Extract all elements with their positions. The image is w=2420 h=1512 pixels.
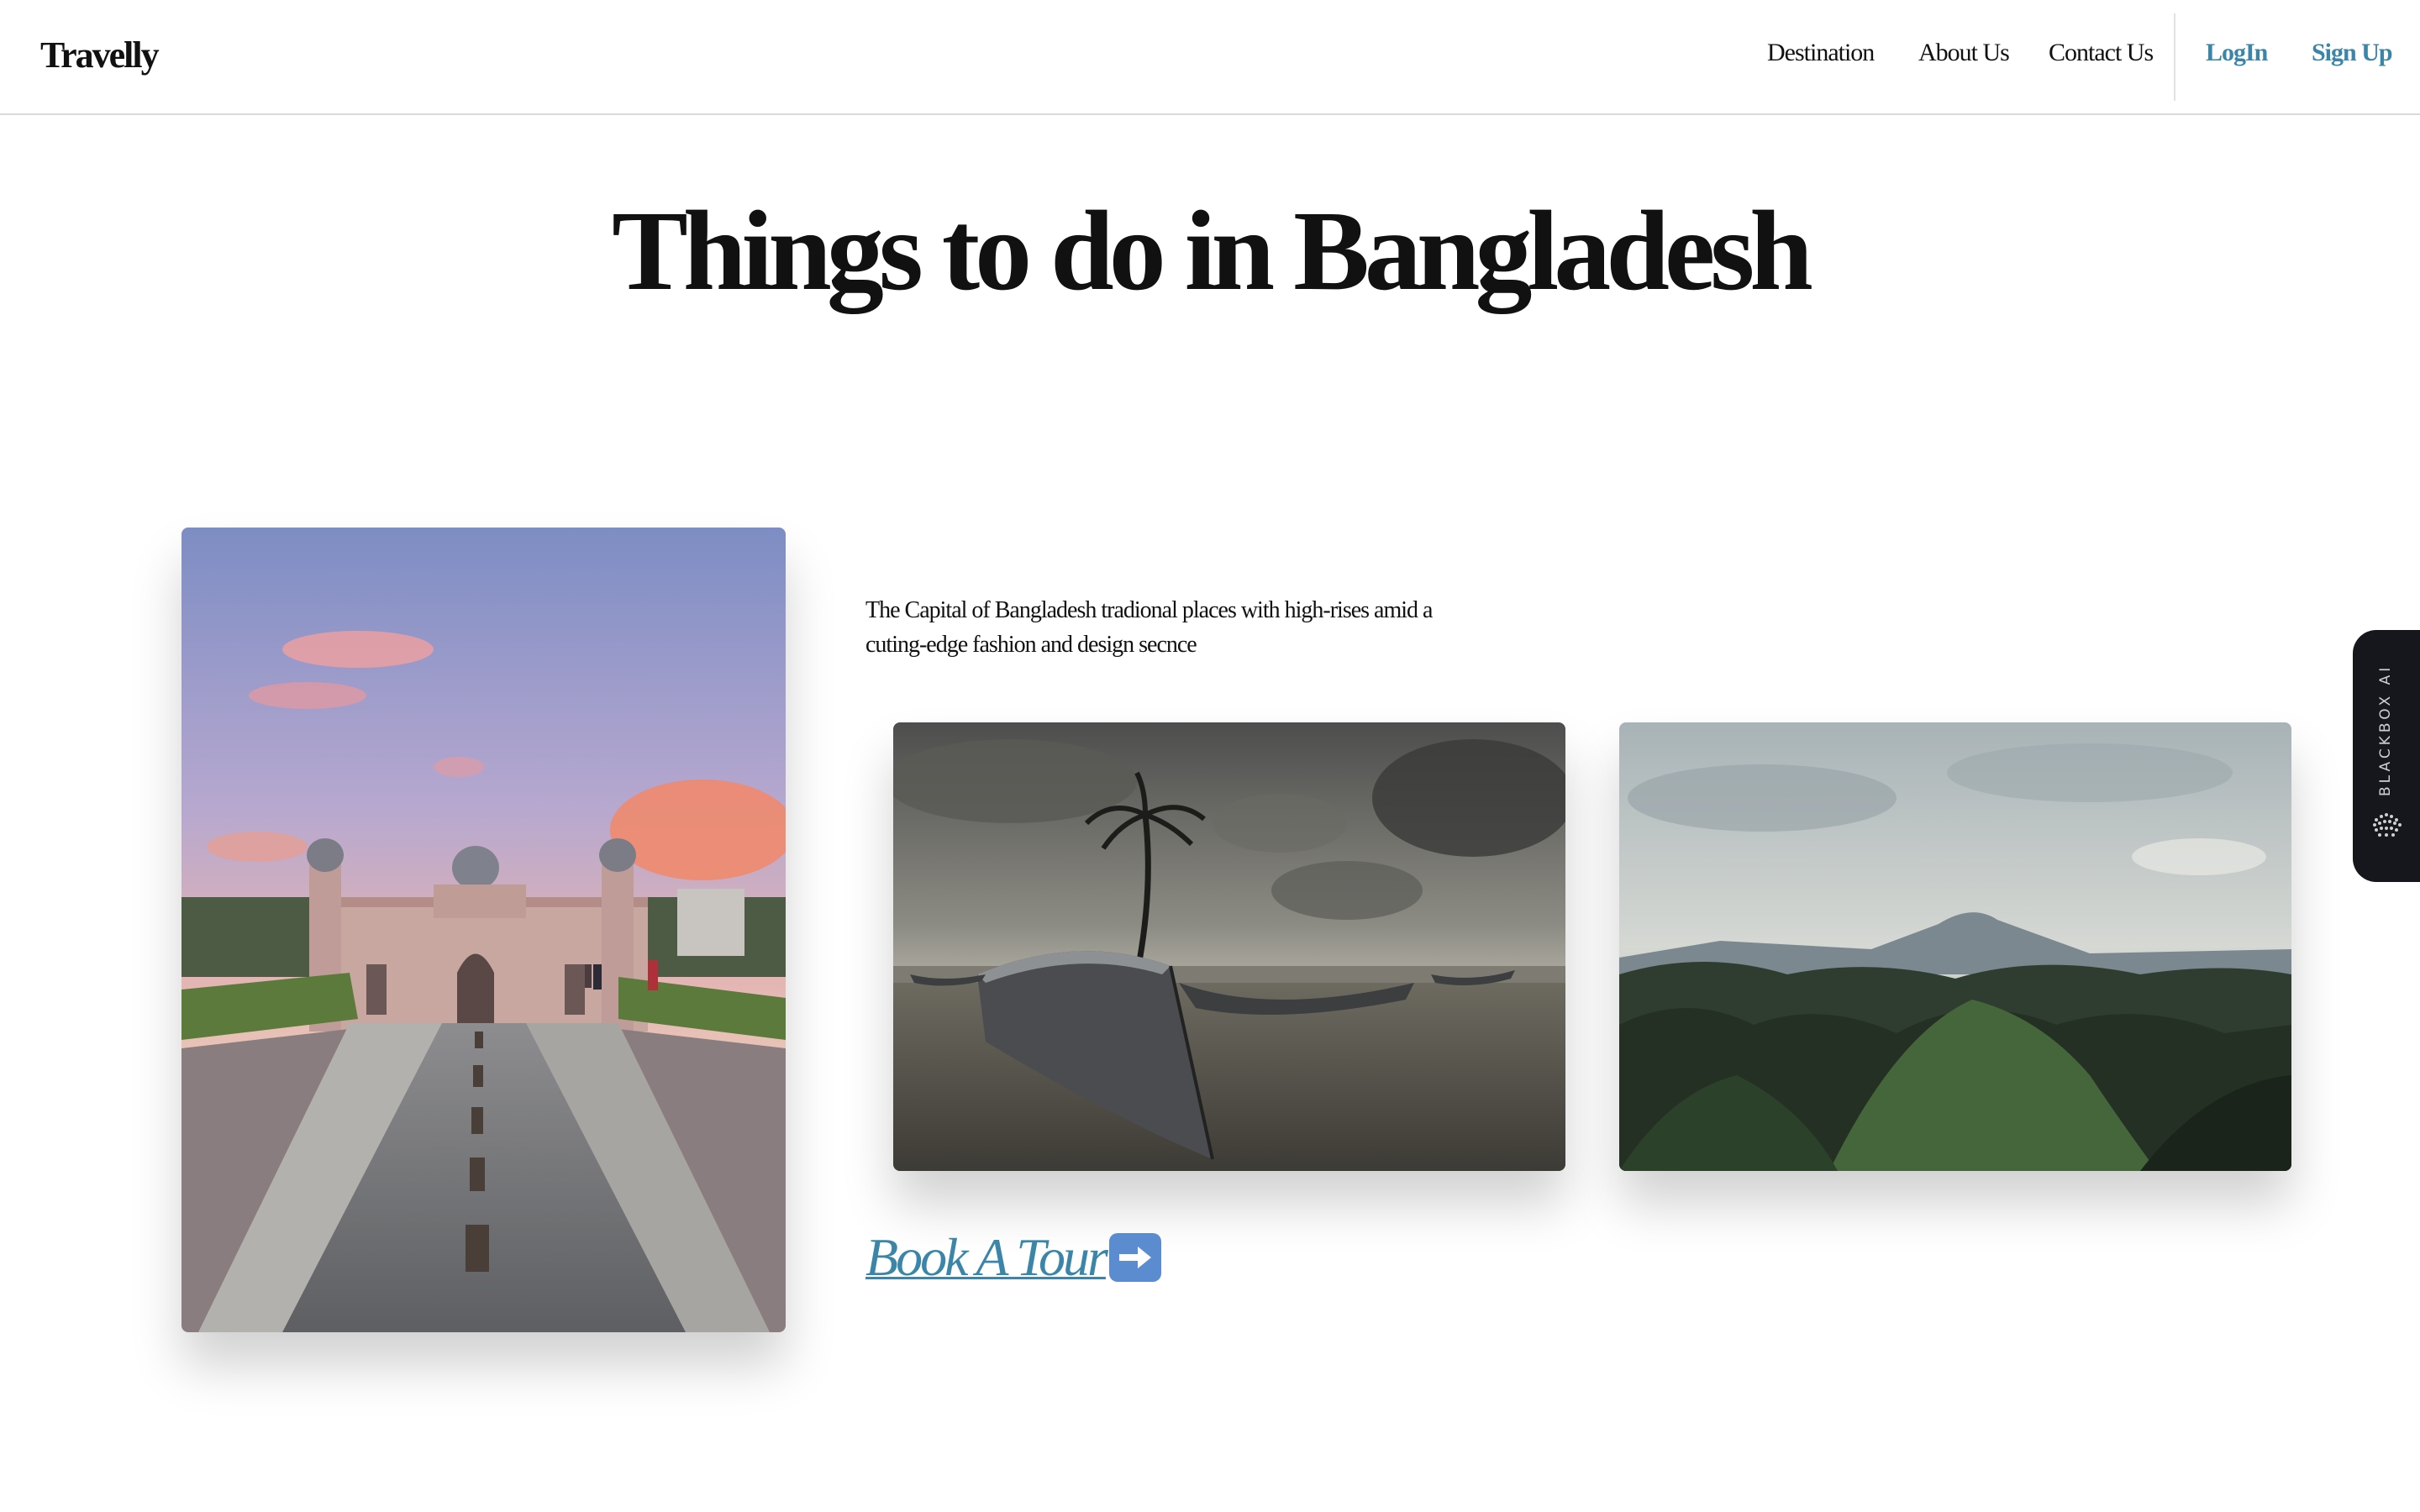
blackbox-ai-widget[interactable]: BLACKBOX AI [2353,630,2420,882]
fort-photo [182,528,786,1332]
login-link[interactable]: LogIn [2206,39,2268,67]
book-a-tour-link[interactable]: Book A Tour [865,1226,1161,1289]
nav-contact-us[interactable]: Contact Us [2049,39,2154,67]
right-arrow-icon [1108,1233,1161,1282]
nav-destination[interactable]: Destination [1767,39,1875,67]
site-logo[interactable]: Travelly [40,34,160,76]
page-title: Things to do in Bangladesh [612,188,1813,314]
beach-boat-photo [893,722,1565,1171]
green-hills-photo [1619,722,2291,1171]
nav-divider [2174,13,2175,101]
book-a-tour-label: Book A Tour [865,1227,1108,1287]
site-header: Travelly Destination About Us Contact Us… [0,0,2420,115]
blackbox-ai-label: BLACKBOX AI [2377,664,2394,796]
nav-about-us[interactable]: About Us [1918,39,2010,67]
destination-description: The Capital of Bangladesh tradional plac… [865,597,1433,658]
signup-link[interactable]: Sign Up [2312,39,2393,67]
blackbox-dots-icon [2373,813,2402,837]
